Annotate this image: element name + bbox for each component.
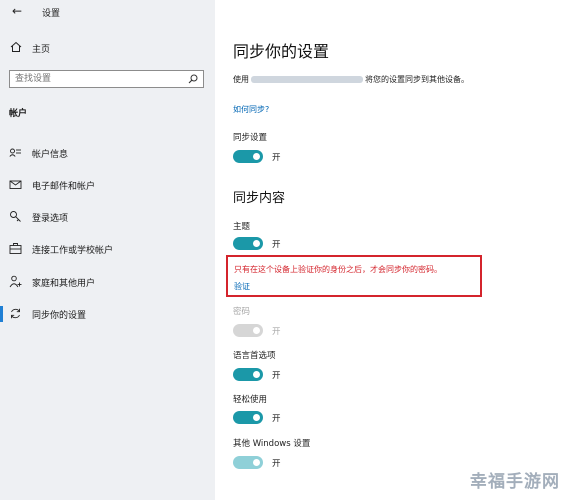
sync-settings-label: 同步设置 [233,133,268,143]
briefcase-icon [9,243,22,254]
sidebar-item-label: 家庭和其他用户 [32,279,96,289]
redacted-email [251,76,363,83]
sidebar-item-sign-in-options[interactable]: 登录选项 [0,205,215,229]
sidebar-item-family[interactable]: 家庭和其他用户 [0,270,215,294]
sync-settings-toggle[interactable] [233,150,263,163]
theme-label: 主题 [233,222,251,232]
home-nav-item[interactable]: 主页 [10,40,200,58]
sidebar: ← 设置 主页 帐户 帐户信息 电子邮件和帐户 [0,0,215,500]
main-content: 同步你的设置 使用 将您的设置同步到其他设备。 如何同步? 同步设置 开 同步内容… [215,0,568,500]
sync-icon [11,308,20,319]
back-arrow-icon[interactable]: ← [12,4,22,18]
app-title: 设置 [42,9,61,19]
language-state: 开 [272,371,281,381]
sidebar-item-account-info[interactable]: 帐户信息 [0,141,215,165]
how-sync-link[interactable]: 如何同步? [233,104,269,115]
theme-toggle[interactable] [233,237,263,250]
selection-indicator [0,306,3,322]
sidebar-item-sync-settings[interactable]: 同步你的设置 [0,302,215,326]
search-input[interactable] [15,72,175,86]
other-windows-settings-state: 开 [272,459,281,469]
search-box[interactable] [9,70,204,88]
sync-description-prefix: 使用 [233,75,249,84]
ease-of-access-label: 轻松使用 [233,395,268,405]
toggle-knob [253,153,260,160]
sync-content-title: 同步内容 [233,191,286,206]
sidebar-item-label: 帐户信息 [32,150,69,160]
language-label: 语言首选项 [233,351,276,361]
ease-of-access-toggle[interactable] [233,411,263,424]
sidebar-item-label: 电子邮件和帐户 [32,182,96,192]
toggle-knob [253,414,260,421]
mail-icon [9,180,22,189]
password-warning-box: 只有在这个设备上验证你的身份之后，才会同步你的密码。 验证 [226,255,482,297]
toggle-knob [253,240,260,247]
account-info-icon [9,148,21,157]
search-icon[interactable] [188,74,198,84]
watermark: 幸福手游网 [470,472,560,492]
sidebar-item-email-accounts[interactable]: 电子邮件和帐户 [0,173,215,197]
home-icon [10,41,22,52]
page-title: 同步你的设置 [233,42,330,61]
password-state: 开 [272,327,281,337]
verify-link[interactable]: 验证 [234,281,250,292]
sidebar-item-label: 登录选项 [32,214,69,224]
theme-state: 开 [272,240,281,250]
sidebar-item-work-school[interactable]: 连接工作或学校帐户 [0,237,215,261]
password-label: 密码 [233,307,251,317]
other-windows-settings-label: 其他 Windows 设置 [233,439,311,449]
language-toggle[interactable] [233,368,263,381]
home-label: 主页 [32,45,51,55]
toggle-knob [253,327,260,334]
password-toggle [233,324,263,337]
sidebar-item-label: 同步你的设置 [32,311,87,321]
toggle-knob [253,371,260,378]
sync-description-suffix: 将您的设置同步到其他设备。 [365,75,469,84]
toggle-knob [253,459,260,466]
sync-description: 使用 将您的设置同步到其他设备。 [233,74,469,85]
sidebar-item-label: 连接工作或学校帐户 [32,246,114,256]
other-windows-settings-toggle[interactable] [233,456,263,469]
password-warning-text: 只有在这个设备上验证你的身份之后，才会同步你的密码。 [234,265,442,274]
sync-settings-state: 开 [272,153,281,163]
family-icon [9,275,22,288]
section-label-accounts: 帐户 [9,109,28,119]
key-icon [10,211,21,222]
title-bar: ← 设置 [0,0,215,26]
ease-of-access-state: 开 [272,414,281,424]
